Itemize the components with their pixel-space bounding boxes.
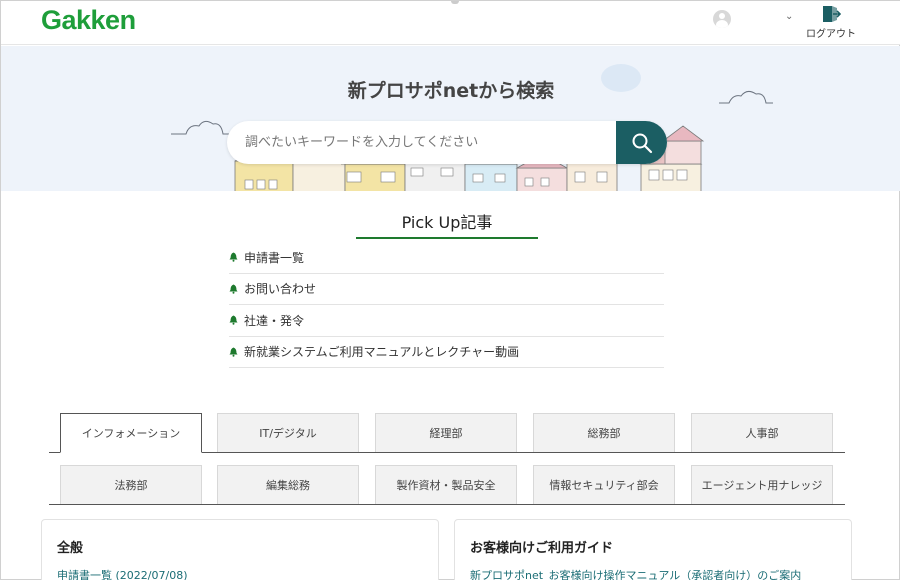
search-button[interactable] <box>616 121 667 164</box>
card-title: お客様向けご利用ガイド <box>470 541 614 556</box>
pickup-item-label: 新就業システムご利用マニュアルとレクチャー動画 <box>244 345 520 360</box>
tab-it-digital[interactable]: IT/デジタル <box>217 413 359 452</box>
header-indicator <box>451 1 459 4</box>
category-tabs-row-2: 法務部 編集総務 製作資材・製品安全 情報セキュリティ部会 エージェント用ナレッ… <box>49 465 845 505</box>
tab-infosec[interactable]: 情報セキュリティ部会 <box>533 465 675 504</box>
pickup-item-application-list[interactable]: 申請書一覧 <box>229 242 664 274</box>
tab-editorial-affairs[interactable]: 編集総務 <box>217 465 359 504</box>
tab-information[interactable]: インフォメーション <box>60 413 202 453</box>
pickup-item-label: 社達・発令 <box>244 313 305 328</box>
card-link[interactable]: 新プロサポnet_お客様向け操作マニュアル（承認者向け）のご案内 <box>470 567 801 580</box>
bell-icon <box>229 252 238 263</box>
town-illustration <box>171 64 773 191</box>
tab-legal[interactable]: 法務部 <box>60 465 202 504</box>
hero-title: 新プロサポnetから検索 <box>347 80 555 102</box>
user-avatar-icon[interactable] <box>713 10 731 28</box>
top-header: Gakken ⌄ ログアウト <box>1 1 900 45</box>
logout-label: ログアウト <box>806 29 856 40</box>
pickup-item-contact[interactable]: お問い合わせ <box>229 274 664 305</box>
bell-icon <box>229 284 238 294</box>
pickup-item-notices[interactable]: 社達・発令 <box>229 305 664 337</box>
category-tabs-row-1: インフォメーション IT/デジタル 経理部 総務部 人事部 <box>49 413 845 453</box>
logout-icon <box>823 6 841 22</box>
tab-agent-knowledge[interactable]: エージェント用ナレッジ <box>691 465 833 504</box>
customer-guide-card: お客様向けご利用ガイド 新プロサポnet_お客様向け操作マニュアル（承認者向け）… <box>454 519 852 580</box>
tab-human-resources[interactable]: 人事部 <box>691 413 833 452</box>
card-title: 全般 <box>57 541 84 556</box>
search-hero: 新プロサポnetから検索 <box>1 46 900 191</box>
tab-general-affairs[interactable]: 総務部 <box>533 413 675 452</box>
bell-icon <box>229 315 238 326</box>
logout-button[interactable]: ログアウト <box>805 5 857 40</box>
pickup-item-label: お問い合わせ <box>244 282 317 297</box>
chevron-down-icon[interactable]: ⌄ <box>785 11 793 22</box>
pickup-list: 申請書一覧 お問い合わせ 社達・発令 新就業システムご利用マニュアルとレクチャー… <box>229 242 664 368</box>
pickup-item-manual[interactable]: 新就業システムご利用マニュアルとレクチャー動画 <box>229 337 664 368</box>
pickup-title: Pick Up記事 <box>356 209 538 239</box>
bell-icon <box>229 347 238 357</box>
pickup-item-label: 申請書一覧 <box>244 250 305 265</box>
tab-materials-safety[interactable]: 製作資材・製品安全 <box>375 465 517 504</box>
gakken-logo[interactable]: Gakken <box>41 5 136 36</box>
general-card: 全般 申請書一覧 (2022/07/08) <box>41 519 439 580</box>
tab-accounting[interactable]: 経理部 <box>375 413 517 452</box>
search-box <box>227 121 667 164</box>
search-icon <box>632 133 652 153</box>
search-input[interactable] <box>227 121 617 164</box>
card-link[interactable]: 申請書一覧 (2022/07/08) <box>57 567 187 580</box>
